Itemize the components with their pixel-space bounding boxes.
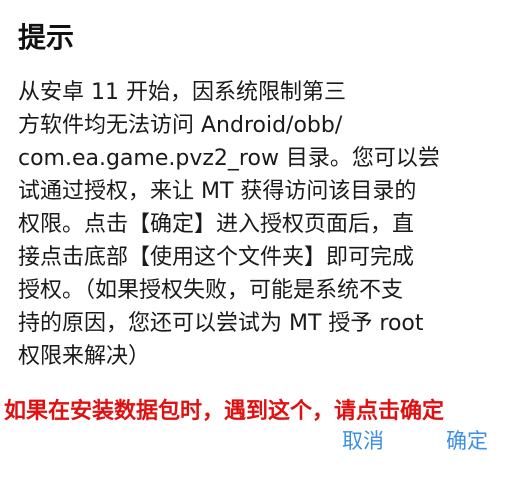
- message-line: 持的原因，您还可以尝试为 MT 授予 root: [18, 311, 424, 336]
- message-line: 接点击底部【使用这个文件夹】即可完成: [18, 245, 415, 270]
- cancel-button[interactable]: 取消: [338, 424, 388, 458]
- dialog-title: 提示: [18, 21, 75, 54]
- message-line: 试通过授权，来让 MT 获得访问该目录的: [18, 179, 417, 204]
- message-line: 授权。（如果授权失败，可能是系统不支: [18, 278, 404, 303]
- permission-dialog: 提示 从安卓 11 开始，因系统限制第三 方软件均无法访问 Android/ob…: [0, 0, 512, 480]
- message-line: 从安卓 11 开始，因系统限制第三: [18, 80, 346, 105]
- message-line: 方软件均无法访问 Android/obb/: [18, 113, 343, 138]
- dialog-message: 从安卓 11 开始，因系统限制第三 方软件均无法访问 Android/obb/ …: [18, 76, 504, 373]
- message-line: 权限。点击【确定】进入授权页面后，直: [18, 212, 415, 237]
- dialog-actions: 取消 确定: [0, 424, 512, 460]
- message-line: 权限来解决）: [18, 344, 151, 369]
- message-line: com.ea.game.pvz2_row 目录。您可以尝: [18, 146, 440, 171]
- confirm-button[interactable]: 确定: [442, 424, 492, 458]
